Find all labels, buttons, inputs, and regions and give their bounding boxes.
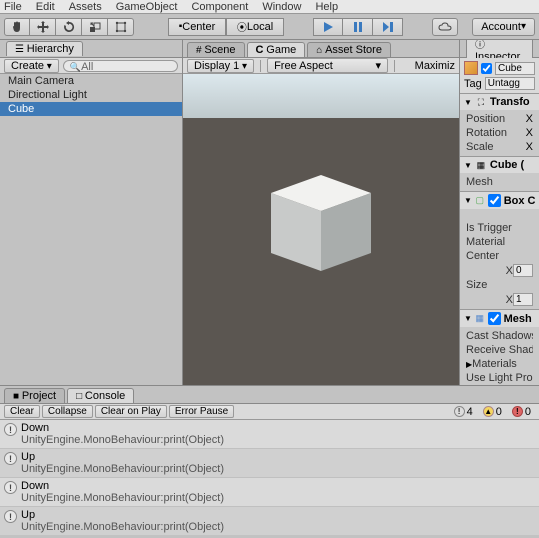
- size-x-field[interactable]: [513, 293, 533, 306]
- hierarchy-list: Main Camera Directional Light Cube: [0, 74, 182, 385]
- position-label: Position: [466, 113, 522, 125]
- log-info-icon: !: [4, 481, 17, 494]
- warning-icon: ▲: [483, 406, 494, 417]
- hierarchy-item-cube[interactable]: Cube: [0, 102, 182, 116]
- tag-dropdown[interactable]: Untagg: [485, 77, 535, 90]
- hand-tool-button[interactable]: [4, 18, 30, 36]
- collider-center-label: Center: [466, 250, 533, 262]
- tab-project[interactable]: ■ Project: [4, 388, 65, 403]
- console-clear-button[interactable]: Clear: [4, 405, 40, 418]
- log-info-icon: !: [4, 423, 17, 436]
- mesh-filter-icon: ▦: [475, 159, 487, 171]
- move-tool-button[interactable]: [30, 18, 56, 36]
- hierarchy-item-main-camera[interactable]: Main Camera: [0, 74, 182, 88]
- light-probe-label: Use Light Prob: [466, 372, 533, 384]
- transform-icon: ⛶: [475, 96, 487, 108]
- gameobject-name-field[interactable]: Cube: [495, 62, 535, 75]
- toolbar: ▪ Center ⦿ Local Account ▾: [0, 14, 539, 40]
- gameobject-active-checkbox[interactable]: [481, 63, 492, 74]
- rotate-tool-button[interactable]: [56, 18, 82, 36]
- receive-shadows-label: Receive Shad: [466, 344, 533, 356]
- log-info-icon: !: [4, 510, 17, 523]
- tag-label: Tag: [464, 78, 482, 90]
- mesh-label: Mesh: [466, 176, 533, 188]
- tab-asset-store[interactable]: ⌂ Asset Store: [307, 42, 391, 57]
- gameobject-icon: [464, 61, 478, 75]
- warn-count-badge[interactable]: ▲0: [479, 406, 506, 418]
- collider-size-label: Size: [466, 279, 533, 291]
- mesh-renderer-title[interactable]: Mesh R: [504, 313, 535, 325]
- display-dropdown[interactable]: Display 1 ▾: [187, 59, 254, 73]
- aspect-dropdown[interactable]: Free Aspect ▾: [267, 58, 388, 73]
- menu-file[interactable]: File: [4, 1, 22, 13]
- hierarchy-tab[interactable]: ☰ Hierarchy: [6, 41, 83, 56]
- mesh-renderer-enabled-checkbox[interactable]: [488, 312, 501, 325]
- console-collapse-button[interactable]: Collapse: [42, 405, 93, 418]
- console-log-entry[interactable]: ! DownUnityEngine.MonoBehaviour:print(Ob…: [0, 478, 539, 507]
- menu-gameobject[interactable]: GameObject: [116, 1, 178, 13]
- pause-button[interactable]: [343, 18, 373, 36]
- rect-tool-button[interactable]: [108, 18, 134, 36]
- console-log-entry[interactable]: ! UpUnityEngine.MonoBehaviour:print(Obje…: [0, 507, 539, 535]
- tab-console[interactable]: □ Console: [67, 388, 134, 403]
- cloud-button[interactable]: [432, 18, 458, 36]
- scale-tool-button[interactable]: [82, 18, 108, 36]
- center-x-field[interactable]: [513, 264, 533, 277]
- cast-shadows-label: Cast Shadows: [466, 330, 533, 342]
- info-icon: !: [454, 406, 465, 417]
- box-collider-enabled-checkbox[interactable]: [488, 194, 501, 207]
- inspector-panel: ⓘ Inspector Cube Tag Untagg ▼⛶Transfo Po…: [459, 40, 539, 385]
- console-error-pause-button[interactable]: Error Pause: [169, 405, 234, 418]
- game-viewport[interactable]: [183, 74, 459, 385]
- error-count-badge[interactable]: !0: [508, 406, 535, 418]
- menu-assets[interactable]: Assets: [69, 1, 102, 13]
- transform-component-title[interactable]: Transfo: [490, 96, 530, 108]
- tab-game[interactable]: C Game: [247, 42, 306, 57]
- error-icon: !: [512, 406, 523, 417]
- mesh-filter-title[interactable]: Cube (: [490, 159, 524, 171]
- menu-component[interactable]: Component: [191, 1, 248, 13]
- menu-bar: File Edit Assets GameObject Component Wi…: [0, 0, 539, 14]
- menu-help[interactable]: Help: [315, 1, 338, 13]
- step-button[interactable]: [373, 18, 403, 36]
- play-button[interactable]: [313, 18, 343, 36]
- scale-label: Scale: [466, 141, 522, 153]
- account-button[interactable]: Account ▾: [472, 18, 535, 36]
- menu-edit[interactable]: Edit: [36, 1, 55, 13]
- pivot-local-button[interactable]: ⦿ Local: [226, 18, 284, 36]
- console-clear-on-play-button[interactable]: Clear on Play: [95, 405, 167, 418]
- hierarchy-create-button[interactable]: Create ▾: [4, 59, 59, 73]
- hierarchy-panel: ☰ Hierarchy Create ▾ 🔍All Main Camera Di…: [0, 40, 183, 385]
- mesh-renderer-icon: ▦: [475, 313, 485, 325]
- box-collider-icon: ▢: [475, 195, 485, 207]
- cube-object: [266, 175, 376, 275]
- console-log-entry[interactable]: ! UpUnityEngine.MonoBehaviour:print(Obje…: [0, 449, 539, 478]
- info-count-badge[interactable]: !4: [450, 406, 477, 418]
- pivot-center-button[interactable]: ▪ Center: [168, 18, 226, 36]
- hierarchy-item-directional-light[interactable]: Directional Light: [0, 88, 182, 102]
- menu-window[interactable]: Window: [262, 1, 301, 13]
- console-log-entry[interactable]: ! DownUnityEngine.MonoBehaviour:print(Ob…: [0, 420, 539, 449]
- maximize-toggle[interactable]: Maximiz: [415, 60, 455, 72]
- box-collider-title[interactable]: Box Co: [504, 195, 535, 207]
- console-log-list: ! DownUnityEngine.MonoBehaviour:print(Ob…: [0, 420, 539, 535]
- log-info-icon: !: [4, 452, 17, 465]
- rotation-label: Rotation: [466, 127, 522, 139]
- collider-material-label: Material: [466, 236, 533, 248]
- tab-scene[interactable]: # Scene: [187, 42, 245, 57]
- is-trigger-label: Is Trigger: [466, 222, 533, 234]
- materials-label[interactable]: Materials: [472, 358, 533, 370]
- hierarchy-search-input[interactable]: 🔍All: [63, 60, 178, 72]
